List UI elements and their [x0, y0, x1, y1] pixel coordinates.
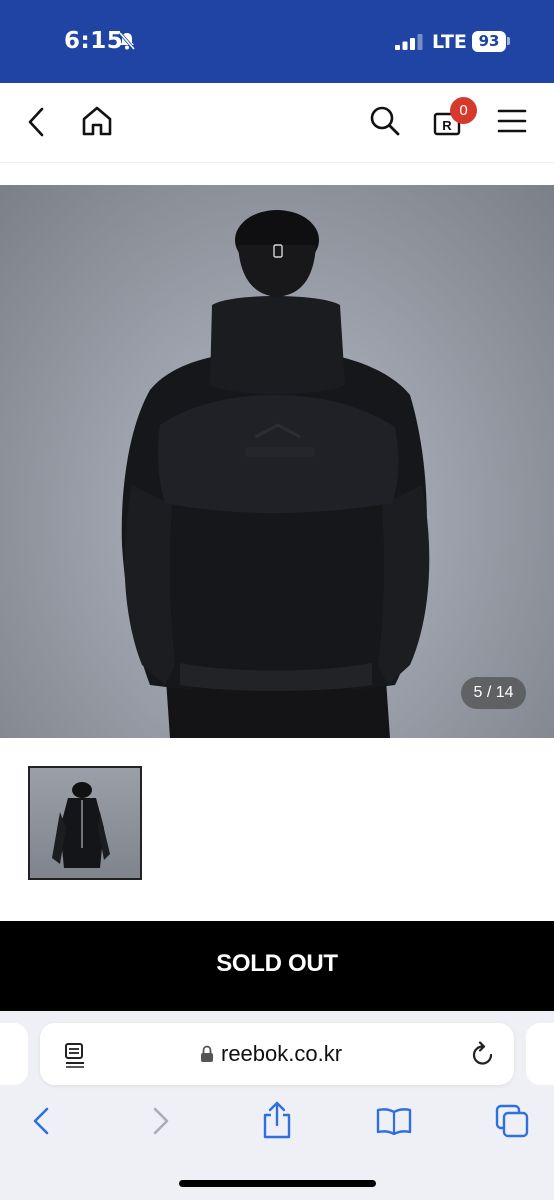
home-indicator [179, 1180, 376, 1187]
product-main-image[interactable] [0, 185, 554, 738]
svg-text:R: R [442, 118, 452, 133]
battery-tip [507, 37, 510, 45]
lock-icon [201, 1045, 213, 1062]
signal-icon [395, 34, 423, 50]
image-counter: 5 / 14 [461, 677, 526, 709]
previous-tab-peek[interactable] [0, 1023, 28, 1085]
home-icon[interactable] [80, 104, 114, 138]
reader-mode-icon[interactable] [64, 1042, 88, 1068]
back-icon[interactable] [30, 1106, 52, 1136]
reload-icon[interactable] [471, 1041, 495, 1067]
thumbnail-image[interactable] [28, 766, 142, 880]
sold-out-button[interactable]: SOLD OUT [0, 921, 554, 1011]
search-icon[interactable] [369, 105, 401, 137]
battery-indicator: 93 [472, 31, 506, 52]
tabs-icon[interactable] [495, 1104, 529, 1138]
cart-count-badge: 0 [450, 97, 477, 124]
next-tab-peek[interactable] [526, 1023, 554, 1085]
hamburger-menu-icon[interactable] [497, 107, 527, 135]
share-icon[interactable] [261, 1101, 293, 1139]
network-type: LTE [432, 31, 467, 53]
bookmarks-icon[interactable] [376, 1107, 412, 1135]
chevron-left-icon[interactable] [24, 106, 48, 138]
silent-bell-icon [118, 31, 136, 51]
thumbnail-photo [52, 782, 110, 868]
status-bar: 6:15 LTE 93 [0, 0, 554, 83]
forward-icon [153, 1107, 169, 1135]
url-text[interactable]: reebok.co.kr [221, 1041, 342, 1067]
status-time: 6:15 [64, 28, 124, 54]
jacket-back-photo [121, 210, 430, 738]
